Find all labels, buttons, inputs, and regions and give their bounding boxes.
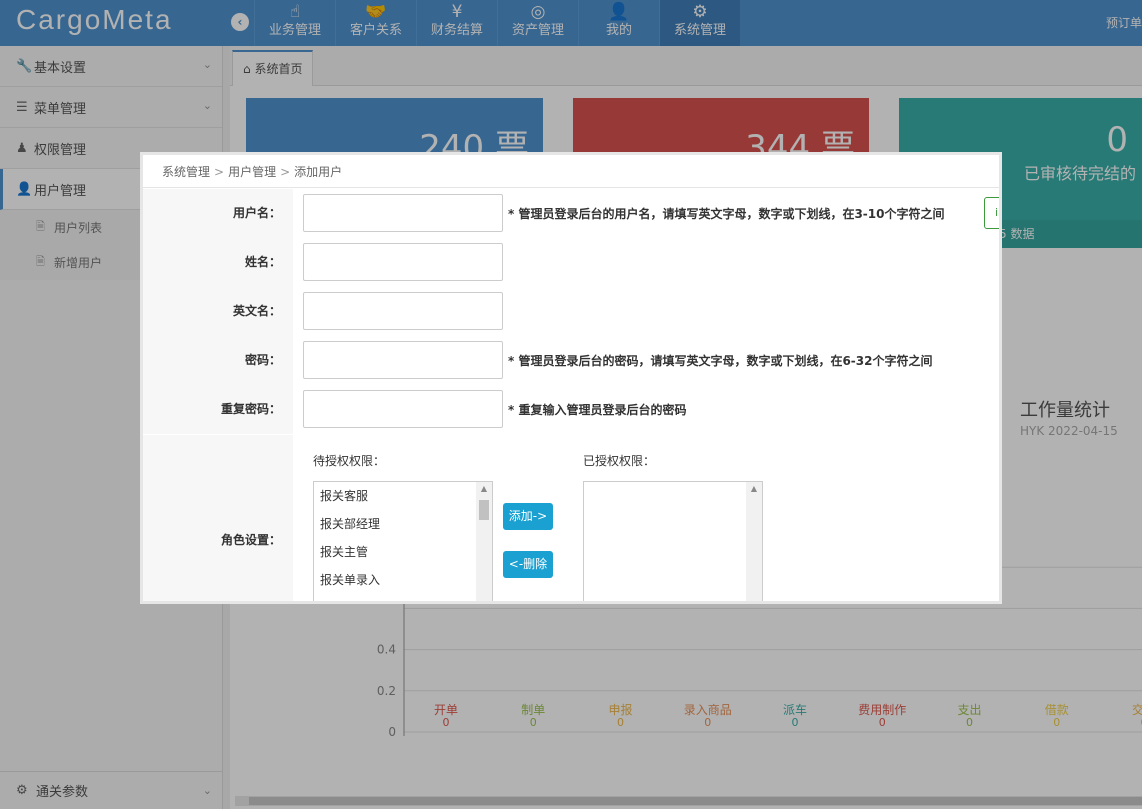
form-row-roles: 角色设置： 待授权权限： 已授权权限： 报关客服 报关部经理 报关主管 报关单录… xyxy=(143,435,999,601)
form-row-english-name: 英文名： xyxy=(143,287,999,336)
add-permission-button[interactable]: 添加-> xyxy=(503,503,553,530)
remove-permission-button[interactable]: <-删除 xyxy=(503,551,553,578)
breadcrumb: 系统管理 > 用户管理 > 添加用户 xyxy=(143,155,999,188)
field-hint: * 管理员登录后台的用户名，请填写英文字母，数字或下划线，在3-10个字符之间 xyxy=(508,207,945,221)
list-item[interactable]: 报关客服 xyxy=(314,482,478,510)
list-scrollbar[interactable]: ▲ xyxy=(746,482,762,601)
check-username-button[interactable]: i xyxy=(984,197,999,229)
name-input[interactable] xyxy=(303,243,503,281)
field-hint: * 管理员登录后台的密码，请填写英文字母，数字或下划线，在6-32个字符之间 xyxy=(508,354,933,368)
field-label: 重复密码： xyxy=(143,385,293,434)
add-user-modal: 系统管理 > 用户管理 > 添加用户 用户名： * 管理员登录后台的用户名，请填写英文字… xyxy=(140,152,1002,604)
field-label: 角色设置： xyxy=(143,435,293,601)
chevron-right-icon: > xyxy=(214,165,225,179)
list-item[interactable]: 报关主管 xyxy=(314,538,478,566)
field-label: 密码： xyxy=(143,336,293,385)
breadcrumb-item[interactable]: 用户管理 xyxy=(228,165,276,179)
username-input[interactable] xyxy=(303,194,503,232)
pending-permissions-title: 待授权权限： xyxy=(313,454,386,468)
repeat-password-input[interactable] xyxy=(303,390,503,428)
form-row-name: 姓名： xyxy=(143,238,999,287)
scroll-up-icon[interactable]: ▲ xyxy=(746,484,762,493)
form-row-repeat-password: 重复密码： * 重复输入管理员登录后台的密码 xyxy=(143,385,999,434)
field-label: 英文名： xyxy=(143,287,293,336)
list-scrollbar[interactable]: ▲ xyxy=(476,482,492,601)
list-item[interactable]: 报关部经理 xyxy=(314,510,478,538)
scrollbar-thumb[interactable] xyxy=(479,500,489,520)
list-item[interactable]: 报关单审 xyxy=(314,594,478,601)
list-item[interactable]: 报关单录入 xyxy=(314,566,478,594)
form-row-username: 用户名： * 管理员登录后台的用户名，请填写英文字母，数字或下划线，在3-10个… xyxy=(143,189,999,238)
breadcrumb-item[interactable]: 系统管理 xyxy=(162,165,210,179)
english-name-input[interactable] xyxy=(303,292,503,330)
chevron-right-icon: > xyxy=(280,165,291,179)
pending-permissions-list[interactable]: 报关客服 报关部经理 报关主管 报关单录入 报关单审 ▲ xyxy=(313,481,493,601)
granted-permissions-list[interactable]: ▲ xyxy=(583,481,763,601)
password-input[interactable] xyxy=(303,341,503,379)
field-label: 姓名： xyxy=(143,238,293,287)
scroll-up-icon[interactable]: ▲ xyxy=(476,484,492,493)
field-hint: * 重复输入管理员登录后台的密码 xyxy=(508,403,687,417)
form-row-password: 密码： * 管理员登录后台的密码，请填写英文字母，数字或下划线，在6-32个字符… xyxy=(143,336,999,385)
field-label: 用户名： xyxy=(143,189,293,238)
breadcrumb-item: 添加用户 xyxy=(294,165,343,179)
granted-permissions-title: 已授权权限： xyxy=(583,454,656,468)
